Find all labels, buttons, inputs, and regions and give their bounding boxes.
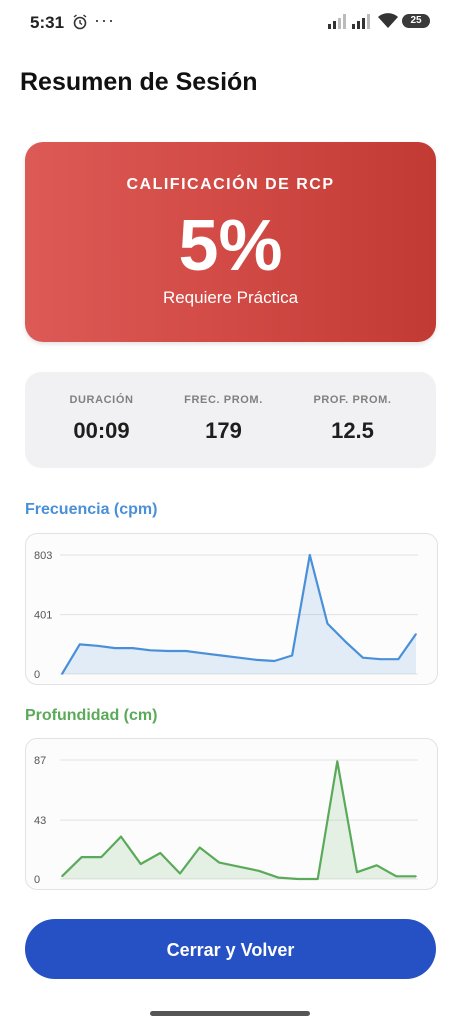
- y-tick-label: 43: [34, 815, 46, 827]
- data-point: [362, 656, 364, 659]
- data-point: [139, 863, 142, 865]
- stat-avg-depth: PROF. PROM. 12.5: [284, 372, 421, 468]
- data-point: [185, 650, 187, 652]
- data-point: [326, 622, 329, 625]
- battery-icon: 25: [402, 14, 430, 28]
- data-point: [395, 875, 398, 878]
- data-point: [218, 861, 221, 864]
- score-value: 5%: [178, 206, 283, 286]
- data-point: [375, 864, 378, 867]
- data-point: [80, 856, 83, 858]
- data-point: [415, 875, 417, 878]
- y-tick-label: 401: [34, 610, 52, 622]
- data-point: [149, 649, 152, 652]
- stat-avg-rate: FREC. PROM. 179: [155, 372, 292, 468]
- data-point: [179, 872, 181, 875]
- data-point: [309, 554, 311, 556]
- signal-icon: [352, 14, 372, 34]
- data-point: [273, 660, 276, 662]
- data-point: [316, 878, 319, 880]
- data-point: [257, 870, 260, 872]
- stats-card: DURACIÓN 00:09 FREC. PROM. 179 PROF. PRO…: [25, 372, 436, 468]
- close-and-return-button[interactable]: Cerrar y Volver: [25, 919, 436, 979]
- y-tick-label: 0: [34, 874, 40, 886]
- stat-label: FREC. PROM.: [184, 394, 263, 406]
- data-point: [100, 856, 103, 858]
- alarm-icon: [72, 14, 88, 35]
- data-point: [397, 658, 400, 660]
- y-tick-label: 0: [34, 669, 40, 681]
- stat-value: 12.5: [331, 418, 374, 443]
- frequency-chart-svg: 803 401 0: [34, 550, 418, 681]
- signal-icon: [328, 14, 348, 34]
- stat-duration: DURACIÓN 00:09: [33, 372, 170, 468]
- score-label: CALIFICACIÓN DE RCP: [126, 176, 335, 193]
- data-point: [61, 875, 63, 878]
- data-point: [167, 650, 169, 652]
- score-card: CALIFICACIÓN DE RCP 5% Requiere Práctica: [25, 142, 436, 342]
- data-point: [198, 846, 201, 849]
- data-point: [415, 633, 417, 635]
- data-point: [255, 659, 258, 661]
- data-point: [220, 654, 223, 657]
- data-point: [291, 654, 293, 657]
- depth-chart: 87 43 0: [25, 738, 438, 890]
- wifi-icon: [377, 13, 399, 34]
- frequency-chart-title: Frecuencia (cpm): [25, 501, 158, 518]
- data-point: [379, 658, 382, 660]
- status-bar: 5:31 ··· 25: [0, 0, 461, 44]
- stat-value: 179: [205, 418, 242, 443]
- stat-label: PROF. PROM.: [313, 394, 392, 406]
- frequency-chart: 803 401 0: [25, 533, 438, 685]
- y-tick-label: 803: [34, 550, 52, 562]
- data-point: [78, 643, 81, 646]
- data-point: [61, 673, 63, 675]
- page-title: Resumen de Sesión: [20, 68, 258, 96]
- data-point: [277, 876, 280, 879]
- depth-chart-svg: 87 43 0: [34, 755, 418, 886]
- depth-chart-title: Profundidad (cm): [25, 707, 158, 724]
- y-tick-label: 87: [34, 755, 46, 767]
- notification-dots: ···: [94, 10, 115, 30]
- data-point: [159, 852, 162, 854]
- data-point: [202, 652, 205, 655]
- data-point: [238, 865, 240, 868]
- data-point: [238, 656, 240, 659]
- data-point: [114, 647, 116, 649]
- data-point: [344, 640, 347, 643]
- data-point: [336, 760, 339, 763]
- data-point: [96, 645, 99, 647]
- stat-label: DURACIÓN: [69, 394, 134, 406]
- home-indicator[interactable]: [150, 1011, 310, 1016]
- status-time: 5:31: [30, 13, 65, 32]
- score-subtitle: Requiere Práctica: [162, 288, 299, 307]
- data-point: [120, 835, 122, 838]
- data-point: [132, 647, 134, 649]
- data-point: [297, 878, 299, 880]
- data-point: [356, 871, 358, 873]
- stat-value: 00:09: [73, 418, 130, 443]
